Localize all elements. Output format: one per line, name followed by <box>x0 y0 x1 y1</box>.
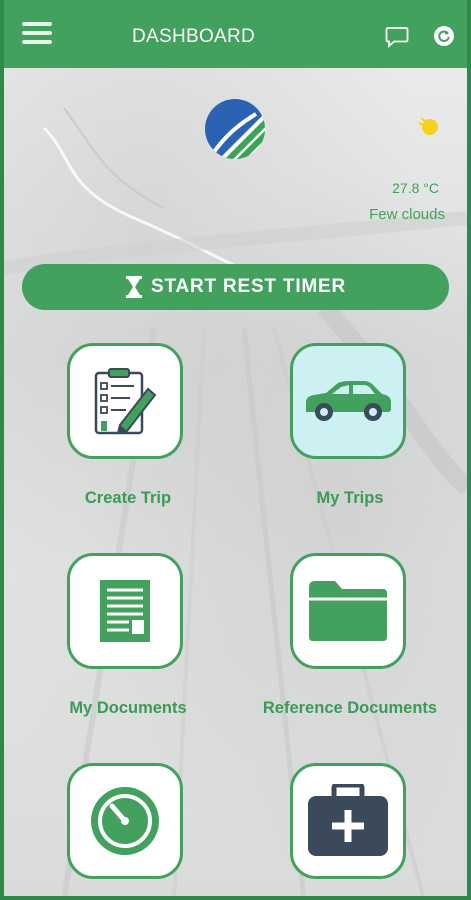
hourglass-icon <box>125 276 142 298</box>
my-documents-label: My Documents <box>69 699 187 717</box>
start-rest-timer-button[interactable]: START REST TIMER <box>22 264 449 310</box>
my-documents-tile[interactable] <box>67 553 183 669</box>
clipboard-pen-icon <box>94 368 157 435</box>
create-trip-tile[interactable] <box>67 343 183 459</box>
first-aid-kit-icon <box>308 784 388 856</box>
reference-documents-label: Reference Documents <box>262 699 438 717</box>
document-icon <box>100 580 150 642</box>
timer-gauge-icon <box>91 787 159 855</box>
start-rest-timer-label: START REST TIMER <box>150 276 347 297</box>
app-bar: DASHBOARD <box>4 0 467 68</box>
hamburger-menu-icon[interactable] <box>22 22 52 48</box>
chat-bubble-icon[interactable] <box>385 26 409 49</box>
page-title: DASHBOARD <box>132 26 256 47</box>
car-icon <box>306 381 391 421</box>
first-aid-tile[interactable] <box>290 763 406 879</box>
timer-tile[interactable] <box>67 763 183 879</box>
refresh-icon[interactable] <box>434 26 454 46</box>
app-frame: DASHBOARD 27.8 °C Few clouds START REST … <box>0 0 471 900</box>
weather-description: Few clouds <box>369 206 445 223</box>
my-trips-tile[interactable] <box>290 343 406 459</box>
sun-icon <box>416 116 442 138</box>
company-logo <box>204 98 266 160</box>
folder-icon <box>309 581 387 641</box>
temperature-text: 27.8 °C <box>392 180 439 196</box>
create-trip-label: Create Trip <box>84 489 172 507</box>
my-trips-label: My Trips <box>316 489 384 507</box>
reference-documents-tile[interactable] <box>290 553 406 669</box>
